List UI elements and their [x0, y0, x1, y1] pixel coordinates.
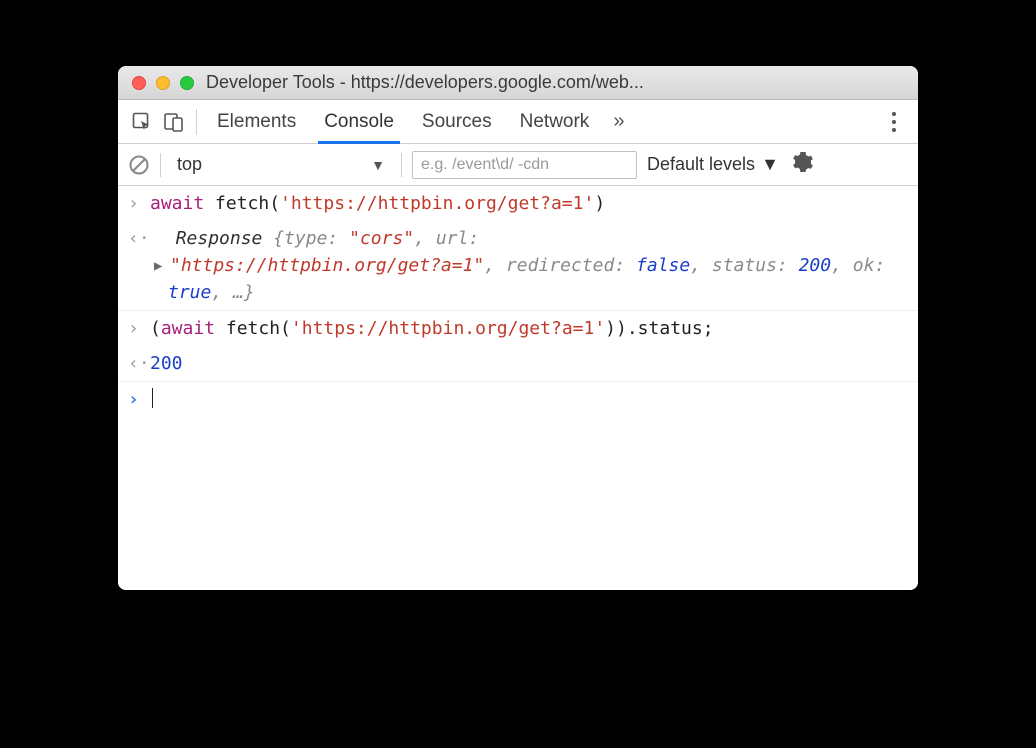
- text-cursor: [152, 388, 153, 408]
- tab-console[interactable]: Console: [310, 100, 408, 143]
- console-result-row[interactable]: ‹· 200: [118, 346, 918, 382]
- panel-tabbar: Elements Console Sources Network »: [118, 100, 918, 144]
- tab-network[interactable]: Network: [506, 100, 604, 143]
- output-prompt-icon: ‹·: [128, 350, 150, 377]
- window-controls: [132, 76, 194, 90]
- titlebar[interactable]: Developer Tools - https://developers.goo…: [118, 66, 918, 100]
- log-levels-select[interactable]: Default levels ▼: [647, 154, 779, 175]
- console-prompt-row[interactable]: ›: [118, 382, 918, 417]
- context-value: top: [177, 154, 202, 175]
- execution-context-select[interactable]: top ▼: [171, 152, 391, 177]
- tab-elements[interactable]: Elements: [203, 100, 310, 143]
- input-prompt-icon: ›: [128, 315, 150, 342]
- output-prompt-icon: ‹·: [128, 225, 150, 306]
- zoom-icon[interactable]: [180, 76, 194, 90]
- console-result: 200: [150, 350, 908, 377]
- separator: [196, 109, 197, 135]
- device-toggle-icon[interactable]: [158, 106, 190, 138]
- console-expression: (await fetch('https://httpbin.org/get?a=…: [150, 315, 908, 342]
- settings-menu-icon[interactable]: [878, 112, 910, 132]
- devtools-window: Developer Tools - https://developers.goo…: [118, 66, 918, 590]
- window-title: Developer Tools - https://developers.goo…: [206, 72, 904, 93]
- console-input[interactable]: [150, 386, 908, 413]
- input-prompt-icon: ›: [128, 386, 150, 413]
- console-input-row: › (await fetch('https://httpbin.org/get?…: [118, 311, 918, 346]
- console-result-row[interactable]: ‹· Response {type: "cors", url: ▶"https:…: [118, 221, 918, 311]
- gear-icon[interactable]: [793, 152, 813, 177]
- chevron-down-icon: ▼: [371, 157, 385, 173]
- console-toolbar: top ▼ Default levels ▼: [118, 144, 918, 186]
- console-expression: await fetch('https://httpbin.org/get?a=1…: [150, 190, 908, 217]
- chevron-down-icon: ▼: [761, 154, 779, 175]
- filter-input[interactable]: [412, 151, 637, 179]
- inspect-icon[interactable]: [126, 106, 158, 138]
- console-output[interactable]: › await fetch('https://httpbin.org/get?a…: [118, 186, 918, 590]
- console-input-row: › await fetch('https://httpbin.org/get?a…: [118, 186, 918, 221]
- input-prompt-icon: ›: [128, 190, 150, 217]
- more-tabs-icon[interactable]: »: [603, 110, 634, 133]
- console-result: Response {type: "cors", url: ▶"https://h…: [150, 225, 908, 306]
- levels-label: Default levels: [647, 154, 755, 175]
- tab-sources[interactable]: Sources: [408, 100, 506, 143]
- close-icon[interactable]: [132, 76, 146, 90]
- separator: [160, 153, 161, 177]
- minimize-icon[interactable]: [156, 76, 170, 90]
- clear-console-icon[interactable]: [128, 154, 150, 176]
- separator: [401, 153, 402, 177]
